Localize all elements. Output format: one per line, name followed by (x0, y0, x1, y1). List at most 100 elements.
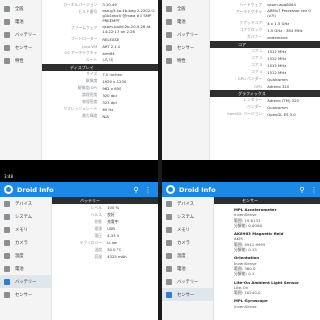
info-key: ハードウェア (239, 1, 263, 7)
sidebar-item[interactable]: 電池 (162, 262, 213, 275)
sidebar-item[interactable]: 特性 (162, 54, 209, 67)
info-key: 解像度(DP) (77, 85, 98, 91)
info-key: レベル (90, 204, 103, 210)
app-logo-icon (166, 185, 175, 194)
app-body: デバイスシステム メモリ カメラ温度電池 バッテリー センサー センサー MPL Acce… (162, 197, 320, 320)
sidebar-item[interactable]: システム (162, 210, 213, 223)
info-row: レンダラー Adreno (TM) 320 (210, 97, 320, 104)
sensor-block: AK8963 Magnetic field AKM 範囲: 4911.9995 分解能… (214, 231, 320, 252)
overflow-menu-icon[interactable]: ⋮ (308, 182, 320, 197)
info-value: Adreno (TM) 320 (267, 97, 299, 103)
sidebar-item[interactable]: カメラ (0, 236, 51, 249)
sidebar-item[interactable]: センサー (0, 41, 41, 54)
info-row: 論理密度 320 dpi (42, 92, 158, 99)
sensor-detail: 分解能: 0.0006 (234, 222, 262, 228)
system-icon (4, 213, 10, 220)
sidebar-item[interactable]: 全般 (0, 2, 41, 15)
info-value: 良好 (107, 211, 115, 217)
sidebar-item[interactable]: メモリ (162, 223, 213, 236)
info-value: 1920 x 1200 (102, 78, 127, 84)
info-value: Qualcomm (267, 76, 288, 82)
sidebar-item-label: バッテリー (177, 32, 199, 38)
sidebar-item[interactable]: 全般 (162, 2, 209, 15)
battery-icon (4, 265, 10, 272)
sidebar-item[interactable]: 温度 (0, 249, 51, 262)
info-value: 4.33 V (107, 233, 120, 238)
status-bar (162, 172, 320, 180)
sidebar-item-label: メモリ (15, 227, 28, 233)
sidebar-item-label: バッテリー (15, 32, 37, 38)
sidebar-item[interactable]: バッテリー (0, 28, 41, 41)
sidebar-item[interactable]: バッテリー (0, 275, 51, 288)
info-row: 状態 充電中 (52, 218, 158, 225)
sidebar-item-label: デバイス (177, 201, 195, 207)
info-row: コア 2 1512 MHz (210, 55, 320, 62)
info-value: 962 x 600 (102, 85, 122, 91)
camera-icon (166, 239, 172, 246)
sidebar: 全般 電池バッテリーセンサー 特性 (0, 0, 42, 160)
info-key: 電源 (94, 225, 103, 231)
info-row: テクノロジー Li-ion (52, 239, 158, 246)
info-key: クアッドコア (239, 20, 263, 26)
sidebar-item-label: センサー (177, 45, 195, 51)
sidebar-item[interactable]: センサー (162, 41, 209, 54)
info-row: 容量 4325 mAh (52, 253, 158, 260)
info-row: レベル 100 % (52, 204, 158, 211)
info-row: OpenGL バージョン OpenGL ES 3.0 (210, 111, 320, 118)
overflow-menu-icon[interactable]: ⋮ (142, 182, 154, 197)
info-key: コアクロック (239, 27, 263, 33)
sidebar-item[interactable]: システム (0, 210, 51, 223)
sidebar-item-label: カメラ (15, 240, 28, 246)
info-key: コア 2 (250, 55, 263, 61)
battery-icon (166, 265, 172, 272)
info-row: 解像度(DP) 962 x 600 (42, 85, 158, 92)
battery-icon (166, 18, 172, 25)
info-value: osa-g3.4a.4b-beg 2.2202.0-g1b1ebc0 @mwa … (102, 9, 156, 23)
info-key: リフレッシュレート (63, 106, 98, 112)
info-key: コア 4 (250, 69, 263, 75)
sensor-icon (166, 44, 172, 51)
system-info-list[interactable]: カーネルバージョン 3.10.49 ビルド番号 osa-g3.4a.4b-beg 2.… (42, 0, 158, 160)
info-key: ファームウェア (70, 25, 98, 31)
info-key: 解像度 (85, 78, 98, 84)
sidebar-item[interactable]: メモリ (0, 223, 51, 236)
sidebar-item[interactable]: デバイス (0, 197, 51, 210)
info-row: ブートローダー RELEASE (42, 36, 158, 43)
sidebar-item[interactable]: 温度 (162, 249, 213, 262)
sidebar-item[interactable]: センサー (0, 288, 51, 301)
sidebar-item[interactable]: バッテリー (162, 275, 213, 288)
battery-icon (4, 31, 10, 38)
battery-list[interactable]: バッテリー レベル 100 % ヘルス 良好 状態 充電中 電源 USB 電圧 4.33 V テクノロ… (52, 197, 158, 320)
info-value: ARMv7 Processor rev 0 (v7l) (267, 9, 311, 18)
sidebar-item-label: システム (15, 214, 33, 220)
sidebar-item-label: 電池 (177, 19, 186, 25)
info-key: コア 1 (250, 48, 263, 54)
sensor-icon (166, 291, 172, 298)
cpu-info-list[interactable]: ハードウェア qcom-apq8064 アーキテクチャ ARMv7 Processor… (210, 0, 320, 160)
info-value: Adreno 320 (267, 83, 290, 89)
sidebar-item[interactable]: カメラ (162, 236, 213, 249)
sidebar-item[interactable]: 電池 (0, 15, 41, 28)
sidebar-item[interactable]: 電池 (0, 262, 51, 275)
sidebar-item[interactable]: デバイス (162, 197, 213, 210)
sidebar-item[interactable]: センサー (162, 288, 213, 301)
sensor-list[interactable]: センサー MPL Accelerometer InvenSense 範囲: 19.61… (214, 197, 320, 320)
sidebar-item[interactable]: 電池 (162, 15, 209, 28)
info-key: レンダラー (243, 97, 263, 103)
info-value: 7.0 inches (102, 71, 122, 77)
sidebar-item[interactable]: バッテリー (162, 28, 209, 41)
info-row: ガバナー ondemand (210, 34, 320, 41)
sensor-detail: 分解能: 0.1 (234, 271, 255, 277)
info-value: ART 2.1.0 (102, 43, 121, 49)
info-value: OpenGL ES 3.0 (267, 111, 296, 117)
search-icon[interactable]: ⚲ (130, 182, 142, 197)
app-title: Droid Info (179, 185, 216, 194)
app-body: デバイスシステムメモリカメラ温度 電池 バッテリー センサー バッテリー レベル 100 … (0, 197, 158, 320)
sidebar-item-label: 特性 (177, 58, 186, 64)
status-time: 3:48 (4, 173, 13, 179)
sidebar-item-label: 温度 (177, 253, 186, 259)
info-key: テクノロジー (79, 239, 103, 245)
sidebar-item[interactable]: 特性 (0, 54, 41, 67)
search-icon[interactable]: ⚲ (296, 182, 308, 197)
info-value: 1512 MHz (267, 55, 287, 61)
